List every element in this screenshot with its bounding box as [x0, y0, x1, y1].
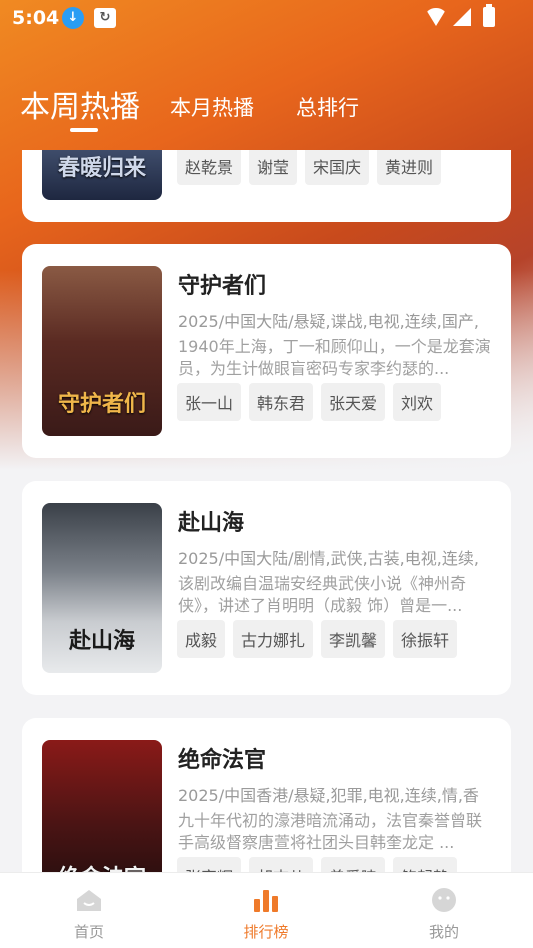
actor-chip[interactable]: 刘欢 — [393, 383, 442, 421]
nav-home-label: 首页 — [73, 923, 104, 941]
actor-chip[interactable]: 宋国庆 — [305, 150, 370, 185]
ranking-list[interactable]: 春暖归来 赵乾景 谢莹 宋国庆 黄进则 守护者们 守护者们 2025/中国大陆/… — [0, 150, 533, 872]
status-bar: 5:04 ↓ ↻ — [0, 0, 533, 36]
profile-icon — [432, 888, 456, 912]
drama-description: 九十年代初的濠港暗流涌动，法官秦誉曾联手高级督察唐萱将社团头目韩奎龙定 ... — [178, 811, 483, 852]
actor-chip[interactable]: 胡杏儿 — [249, 857, 314, 872]
tab-monthly[interactable]: 本月热播 — [170, 92, 254, 122]
status-time: 5:04 — [12, 7, 60, 29]
nav-ranking-label: 排行榜 — [243, 923, 289, 941]
list-item[interactable]: 守护者们 守护者们 2025/中国大陆/悬疑,谍战,电视,连续,国产, 1940… — [22, 244, 511, 458]
list-item[interactable]: 绝命法官 绝命法官 2025/中国香港/悬疑,犯罪,电视,连续,情,香 九十年代… — [22, 718, 511, 872]
bottom-navigation: 首页 排行榜 我的 — [0, 872, 533, 948]
poster-image: 赴山海 — [42, 503, 162, 673]
nav-home[interactable]: 首页 — [29, 873, 149, 948]
signal-icon — [453, 8, 471, 26]
actor-chip[interactable]: 谢莹 — [249, 150, 298, 185]
tab-overall[interactable]: 总排行 — [296, 92, 359, 122]
nav-ranking[interactable]: 排行榜 — [206, 873, 326, 948]
actor-chip[interactable]: 徐振轩 — [393, 620, 458, 658]
tab-weekly[interactable]: 本周热播 — [20, 82, 140, 126]
actor-chip[interactable]: 韩东君 — [249, 383, 314, 421]
actor-chip[interactable]: 张家辉 — [177, 857, 242, 872]
list-item[interactable]: 春暖归来 赵乾景 谢莹 宋国庆 黄进则 — [22, 150, 511, 222]
ranking-icon — [254, 890, 278, 912]
nav-profile-label: 我的 — [428, 923, 459, 941]
poster-image: 春暖归来 — [42, 150, 162, 200]
drama-title[interactable]: 守护者们 — [178, 268, 266, 300]
list-item[interactable]: 赴山海 赴山海 2025/中国大陆/剧情,武侠,古装,电视,连续, 该剧改编自温… — [22, 481, 511, 695]
drama-description: 该剧改编自温瑞安经典武侠小说《神州奇侠》，讲述了肖明明（成毅 饰）曾是一... — [178, 574, 467, 615]
drama-meta: 2025/中国香港/悬疑,犯罪,电视,连续,情,香 — [178, 786, 479, 805]
wifi-icon — [425, 8, 447, 26]
actor-chip[interactable]: 张一山 — [177, 383, 242, 421]
actor-chip[interactable]: 古力娜扎 — [233, 620, 314, 658]
nav-profile[interactable]: 我的 — [384, 873, 504, 948]
poster-image: 绝命法官 — [42, 740, 162, 872]
actor-chips: 张一山 韩东君 张天爱 刘欢 — [177, 383, 442, 421]
drama-meta: 2025/中国大陆/悬疑,谍战,电视,连续,国产, — [178, 312, 479, 331]
actor-chips: 张家辉 胡杏儿 曾爱睐 鲍起静 — [177, 857, 458, 872]
drama-description: 1940年上海，丁一和顾仰山，一个是龙套演员，为生计做眼盲密码专家李约瑟的... — [178, 337, 491, 378]
drama-title[interactable]: 绝命法官 — [178, 742, 266, 774]
actor-chip[interactable]: 赵乾景 — [177, 150, 242, 185]
actor-chip[interactable]: 鲍起静 — [393, 857, 458, 872]
tab-indicator — [70, 128, 98, 132]
drama-title[interactable]: 赴山海 — [178, 505, 244, 537]
actor-chip[interactable]: 张天爱 — [321, 383, 386, 421]
actor-chips: 赵乾景 谢莹 宋国庆 黄进则 — [177, 150, 442, 185]
home-icon — [77, 890, 101, 911]
sync-icon: ↻ — [94, 8, 116, 28]
actor-chip[interactable]: 李凯馨 — [321, 620, 386, 658]
battery-icon — [483, 4, 495, 27]
actor-chip[interactable]: 黄进则 — [377, 150, 442, 185]
poster-image: 守护者们 — [42, 266, 162, 436]
actor-chips: 成毅 古力娜扎 李凯馨 徐振轩 — [177, 620, 458, 658]
drama-meta: 2025/中国大陆/剧情,武侠,古装,电视,连续, — [178, 549, 479, 568]
actor-chip[interactable]: 曾爱睐 — [321, 857, 386, 872]
actor-chip[interactable]: 成毅 — [177, 620, 226, 658]
download-icon: ↓ — [62, 7, 84, 29]
